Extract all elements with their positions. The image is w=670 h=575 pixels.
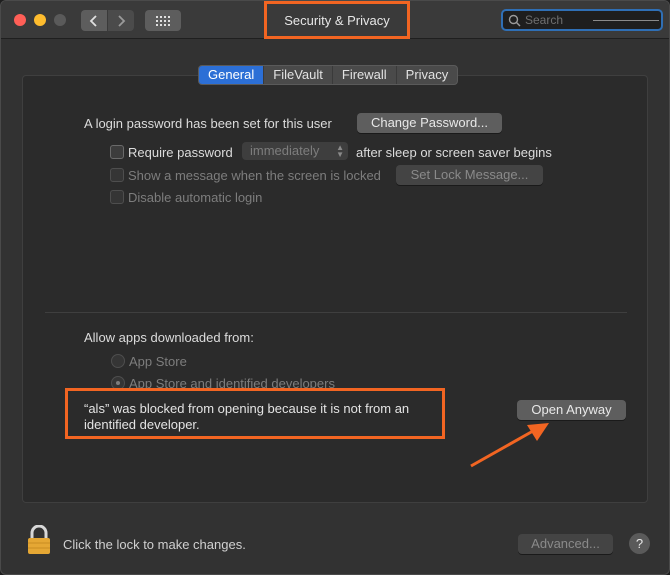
disable-auto-login-checkbox[interactable] (110, 190, 124, 204)
require-password-select[interactable]: immediately ▲ ▼ (242, 142, 348, 160)
disable-auto-login-label: Disable automatic login (128, 190, 263, 205)
blocked-annotation-box: “als” was blocked from opening because i… (65, 388, 445, 439)
app-store-label: App Store (129, 354, 187, 369)
window-title: Security & Privacy (284, 12, 390, 28)
blocked-message: “als” was blocked from opening because i… (84, 401, 410, 432)
select-arrows-icon: ▲ ▼ (336, 143, 344, 159)
security-privacy-window: Security & Privacy General FileVault Fir… (0, 0, 670, 575)
login-password-text: A login password has been set for this u… (84, 116, 332, 131)
search-field[interactable] (501, 9, 663, 31)
help-button[interactable]: ? (629, 533, 650, 554)
change-password-button[interactable]: Change Password... (357, 113, 502, 133)
require-password-label: Require password (128, 145, 233, 160)
lock-icon[interactable] (27, 525, 51, 555)
require-password-checkbox[interactable] (110, 145, 124, 159)
close-window-button[interactable] (14, 14, 26, 26)
annotation-arrow-icon (470, 423, 549, 468)
section-divider (45, 312, 627, 313)
title-annotation-box: Security & Privacy (264, 1, 410, 39)
lock-hint-text: Click the lock to make changes. (63, 537, 246, 552)
tab-firewall[interactable]: Firewall (333, 66, 397, 84)
forward-chevron-icon (118, 14, 126, 27)
tab-general[interactable]: General (199, 66, 265, 84)
allow-apps-heading: Allow apps downloaded from: (84, 330, 254, 345)
back-button[interactable] (81, 10, 107, 31)
forward-button[interactable] (108, 10, 134, 31)
app-store-radio[interactable] (111, 354, 125, 368)
zoom-window-button[interactable] (54, 14, 66, 26)
require-password-suffix: after sleep or screen saver begins (356, 145, 552, 160)
back-chevron-icon (89, 14, 97, 27)
title-bar: Security & Privacy (1, 1, 669, 39)
set-lock-message-button[interactable]: Set Lock Message... (396, 165, 543, 185)
show-message-checkbox[interactable] (110, 168, 124, 182)
show-message-label: Show a message when the screen is locked (128, 168, 381, 183)
minimize-window-button[interactable] (34, 14, 46, 26)
advanced-button[interactable]: Advanced... (518, 534, 613, 554)
search-underline (593, 20, 659, 21)
require-password-select-value: immediately (250, 143, 320, 158)
tab-bar: General FileVault Firewall Privacy (198, 65, 459, 85)
tab-privacy[interactable]: Privacy (397, 66, 458, 84)
show-all-button[interactable] (145, 10, 181, 31)
grid-icon (156, 15, 170, 26)
tab-filevault[interactable]: FileVault (264, 66, 333, 84)
search-icon (508, 14, 521, 27)
